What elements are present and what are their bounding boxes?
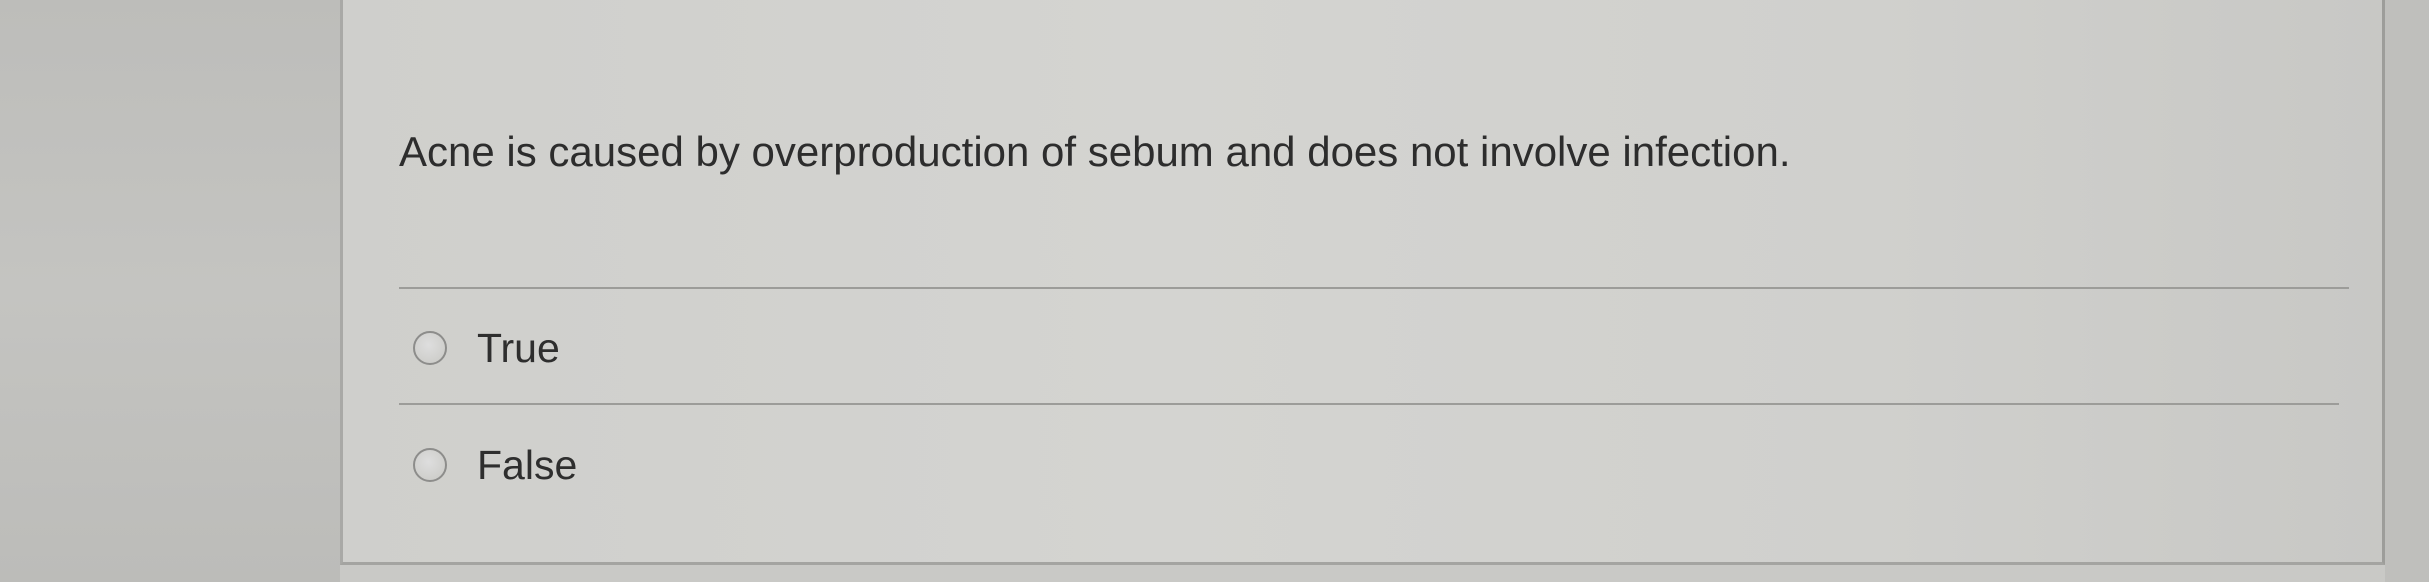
question-divider [399,287,2349,289]
false-option-label[interactable]: False [477,437,577,493]
question-text: Acne is caused by overproduction of sebu… [399,128,1791,175]
option-divider [399,403,2339,405]
left-page-margin [0,0,340,582]
answer-option-true[interactable]: True [413,320,560,376]
true-radio-button[interactable] [413,331,447,365]
question-card [340,0,2385,565]
true-option-label[interactable]: True [477,320,560,376]
right-page-margin [2385,0,2429,582]
answer-option-false[interactable]: False [413,437,577,493]
false-radio-button[interactable] [413,448,447,482]
